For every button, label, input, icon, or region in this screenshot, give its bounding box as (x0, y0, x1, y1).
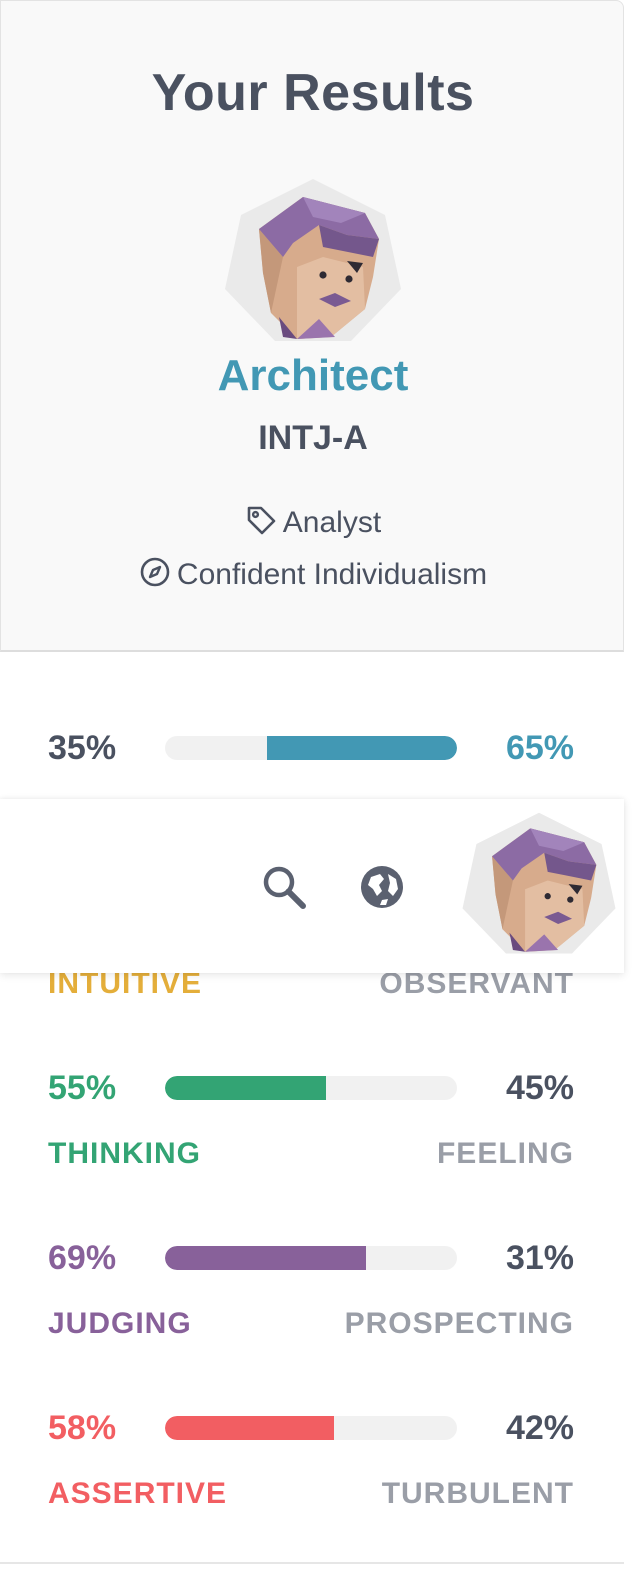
results-card: Your Results Architect INTJ-A Analyst Co… (0, 0, 624, 652)
globe-icon (361, 866, 403, 908)
architect-avatar-icon (225, 179, 401, 341)
tactics-left-label: JUDGING (48, 1307, 192, 1340)
scale-identity-labels: ASSERTIVE TURBULENT (0, 1474, 634, 1514)
identity-left-percent: 58% (48, 1409, 117, 1447)
nature-left-percent: 55% (48, 1069, 117, 1107)
nature-right-label: FEELING (436, 1137, 574, 1170)
page-title: Your Results (151, 64, 475, 122)
tag-icon (247, 506, 276, 535)
tactics-right-label: PROSPECTING (344, 1307, 574, 1340)
sticky-toolbar (0, 799, 624, 973)
scale-tactics: 69% 31% (0, 1238, 634, 1278)
identity-right-label: TURBULENT (381, 1477, 574, 1510)
nature-right-percent: 45% (505, 1069, 574, 1107)
scale-tactics-labels: JUDGING PROSPECTING (0, 1304, 634, 1344)
scale-identity: 58% 42% (0, 1408, 634, 1448)
nature-bar-track (165, 1076, 457, 1100)
type-code: INTJ-A (258, 419, 368, 457)
tactics-left-percent: 69% (48, 1239, 117, 1277)
mind-left-percent: 35% (48, 729, 117, 767)
compass-icon (140, 557, 170, 587)
strategy-line: Confident Individualism (1, 556, 625, 592)
type-name: Architect (217, 351, 409, 400)
identity-bar-track (165, 1416, 457, 1440)
identity-right-percent: 42% (505, 1409, 574, 1447)
identity-bar-fill (165, 1416, 335, 1440)
profile-avatar[interactable] (460, 811, 618, 957)
identity-left-label: ASSERTIVE (48, 1477, 228, 1510)
nature-left-label: THINKING (48, 1137, 201, 1170)
mind-bar-track (165, 736, 457, 760)
mind-right-percent: 65% (505, 729, 574, 767)
divider (0, 1562, 624, 1564)
scale-nature: 55% 45% (0, 1068, 634, 1108)
scale-nature-labels: THINKING FEELING (0, 1134, 634, 1174)
scale-mind: 35% 65% (0, 728, 634, 768)
role-text: Analyst (282, 506, 382, 539)
tactics-bar-fill (165, 1246, 367, 1270)
role-line: Analyst (1, 504, 625, 540)
language-button[interactable] (358, 863, 406, 911)
nature-bar-fill (165, 1076, 326, 1100)
search-button[interactable] (260, 863, 308, 911)
tactics-bar-track (165, 1246, 457, 1270)
strategy-text: Confident Individualism (176, 558, 488, 591)
mind-bar-fill (267, 736, 457, 760)
tactics-right-percent: 31% (505, 1239, 574, 1277)
search-icon (263, 866, 306, 909)
